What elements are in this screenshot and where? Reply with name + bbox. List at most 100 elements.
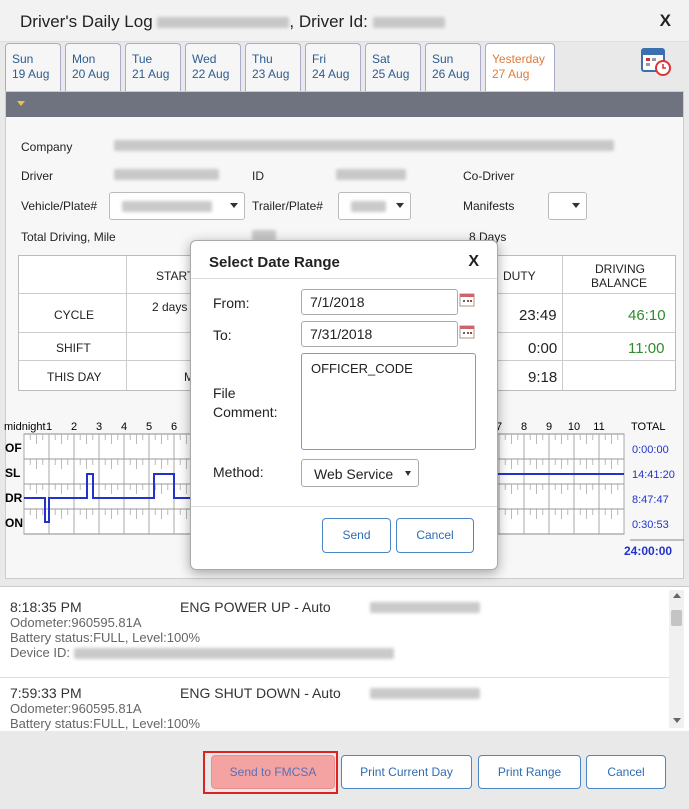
- manifests-label: Manifests: [463, 199, 515, 213]
- scroll-up-icon[interactable]: [673, 593, 681, 598]
- codriver-label: Co-Driver: [463, 169, 515, 183]
- summary-header-duty: DUTY: [503, 269, 536, 283]
- title-redacted-name: [157, 17, 290, 29]
- file-label: File: [213, 385, 236, 401]
- hour-label: 11: [593, 421, 604, 433]
- tab-day: Sun: [12, 52, 34, 66]
- tab-day: Yesterday: [492, 52, 545, 66]
- summary-row-balance: 11:00: [628, 340, 665, 357]
- print-range-button[interactable]: Print Range: [478, 755, 581, 789]
- driver-value-redacted: [114, 169, 219, 180]
- graph-total-value: 14:41:20: [632, 469, 675, 481]
- summary-header-balance-1: DRIVING: [595, 262, 646, 276]
- summary-row-label: SHIFT: [56, 341, 91, 355]
- hour-label: 5: [146, 421, 152, 433]
- tab-day: Tue: [132, 52, 153, 66]
- trailer-label: Trailer/Plate#: [252, 199, 323, 213]
- title-prefix: Driver's Daily Log: [20, 12, 153, 31]
- tab-thu-23[interactable]: Thu 23 Aug: [245, 43, 301, 91]
- tab-yesterday[interactable]: Yesterday 27 Aug: [485, 43, 555, 93]
- trailer-select[interactable]: [338, 192, 411, 220]
- summary-row-balance: 46:10: [628, 307, 666, 324]
- close-window-button[interactable]: X: [660, 11, 671, 31]
- manifests-select[interactable]: [548, 192, 587, 220]
- file-comment-textarea[interactable]: OFFICER_CODE: [301, 353, 476, 450]
- send-to-fmcsa-button[interactable]: Send to FMCSA: [211, 755, 335, 789]
- event-device-redacted: [73, 648, 394, 660]
- summary-header-start: START: [156, 269, 195, 283]
- title-driver-id-label: , Driver Id:: [289, 12, 368, 31]
- list-item[interactable]: 7:59:33 PM ENG SHUT DOWN - Auto Odometer…: [10, 685, 480, 731]
- tab-sun-26[interactable]: Sun 26 Aug: [425, 43, 481, 91]
- title-redacted-id: [372, 17, 445, 29]
- dialog-close-button[interactable]: X: [468, 253, 479, 271]
- hour-label: 10: [568, 421, 580, 433]
- scroll-thumb[interactable]: [671, 610, 682, 626]
- print-current-day-button[interactable]: Print Current Day: [341, 755, 472, 789]
- company-value-redacted: [114, 140, 614, 151]
- collapse-bar[interactable]: [6, 92, 683, 117]
- event-type: ENG POWER UP - Auto: [180, 599, 331, 615]
- window-title: Driver's Daily Log , Driver Id:: [20, 12, 445, 32]
- hour-label: 3: [96, 421, 102, 433]
- tab-date: 26 Aug: [432, 67, 470, 81]
- graph-total-value: 0:30:53: [632, 519, 669, 531]
- dialog-send-button[interactable]: Send: [322, 518, 391, 553]
- to-date-input[interactable]: 7/31/2018: [301, 321, 458, 347]
- tab-date: 22 Aug: [192, 67, 230, 81]
- scroll-down-icon[interactable]: [673, 718, 681, 723]
- from-label: From:: [213, 295, 250, 311]
- tab-fri-24[interactable]: Fri 24 Aug: [305, 43, 361, 91]
- list-item[interactable]: 8:18:35 PM ENG POWER UP - Auto Odometer:…: [10, 599, 480, 660]
- tab-date: 20 Aug: [72, 67, 110, 81]
- summary-row-start: 2 days: [152, 300, 188, 314]
- chevron-down-icon: [396, 203, 404, 208]
- trailer-value-redacted: [351, 201, 386, 212]
- method-select[interactable]: Web Service: [301, 459, 419, 487]
- comment-label: Comment:: [213, 404, 278, 420]
- title-bar: Driver's Daily Log , Driver Id: X: [0, 0, 689, 42]
- graph-row-label: SL: [5, 466, 20, 480]
- hour-label: 4: [121, 421, 127, 433]
- events-list[interactable]: 8:18:35 PM ENG POWER UP - Auto Odometer:…: [0, 586, 689, 731]
- event-time: 8:18:35 PM: [10, 599, 82, 615]
- vehicle-select[interactable]: [109, 192, 245, 220]
- event-type: ENG SHUT DOWN - Auto: [180, 685, 341, 701]
- tab-mon-20[interactable]: Mon 20 Aug: [65, 43, 121, 91]
- events-scrollbar[interactable]: [669, 590, 684, 728]
- tab-date: 27 Aug: [492, 67, 530, 81]
- cancel-button[interactable]: Cancel: [586, 755, 666, 789]
- to-calendar-icon[interactable]: [459, 325, 475, 339]
- vehicle-value-redacted: [122, 201, 212, 212]
- collapse-arrow-icon: [17, 101, 25, 106]
- event-location-redacted: [370, 602, 480, 613]
- chevron-down-icon: [572, 203, 580, 208]
- summary-row-duty: 23:49: [519, 307, 557, 324]
- calendar-clock-icon[interactable]: [640, 45, 672, 77]
- from-calendar-icon[interactable]: [459, 293, 475, 307]
- id-label: ID: [252, 169, 264, 183]
- event-device: Device ID:: [10, 645, 70, 660]
- summary-header-balance-2: BALANCE: [591, 276, 648, 290]
- hour-label: 1: [46, 421, 52, 433]
- tab-tue-21[interactable]: Tue 21 Aug: [125, 43, 181, 91]
- event-battery: Battery status:FULL, Level:100%: [10, 716, 201, 731]
- tab-sat-25[interactable]: Sat 25 Aug: [365, 43, 421, 91]
- dialog-cancel-button[interactable]: Cancel: [396, 518, 474, 553]
- tab-day: Fri: [312, 52, 326, 66]
- graph-total-value: 8:47:47: [632, 494, 669, 506]
- from-date-input[interactable]: 7/1/2018: [301, 289, 458, 315]
- graph-grand-total: 24:00:00: [624, 544, 672, 558]
- driver-label: Driver: [21, 169, 53, 183]
- event-time: 7:59:33 PM: [10, 685, 82, 701]
- tab-day: Sat: [372, 52, 391, 66]
- event-odometer: Odometer:960595.81A: [10, 701, 142, 716]
- to-label: To:: [213, 327, 232, 343]
- vehicle-label: Vehicle/Plate#: [21, 199, 98, 213]
- chevron-down-icon: [405, 471, 411, 476]
- summary-row-label: CYCLE: [54, 308, 95, 322]
- tab-date: 21 Aug: [132, 67, 170, 81]
- tab-wed-22[interactable]: Wed 22 Aug: [185, 43, 241, 91]
- tab-sun-19[interactable]: Sun 19 Aug: [5, 43, 61, 91]
- graph-midnight-label: midnight: [4, 421, 46, 433]
